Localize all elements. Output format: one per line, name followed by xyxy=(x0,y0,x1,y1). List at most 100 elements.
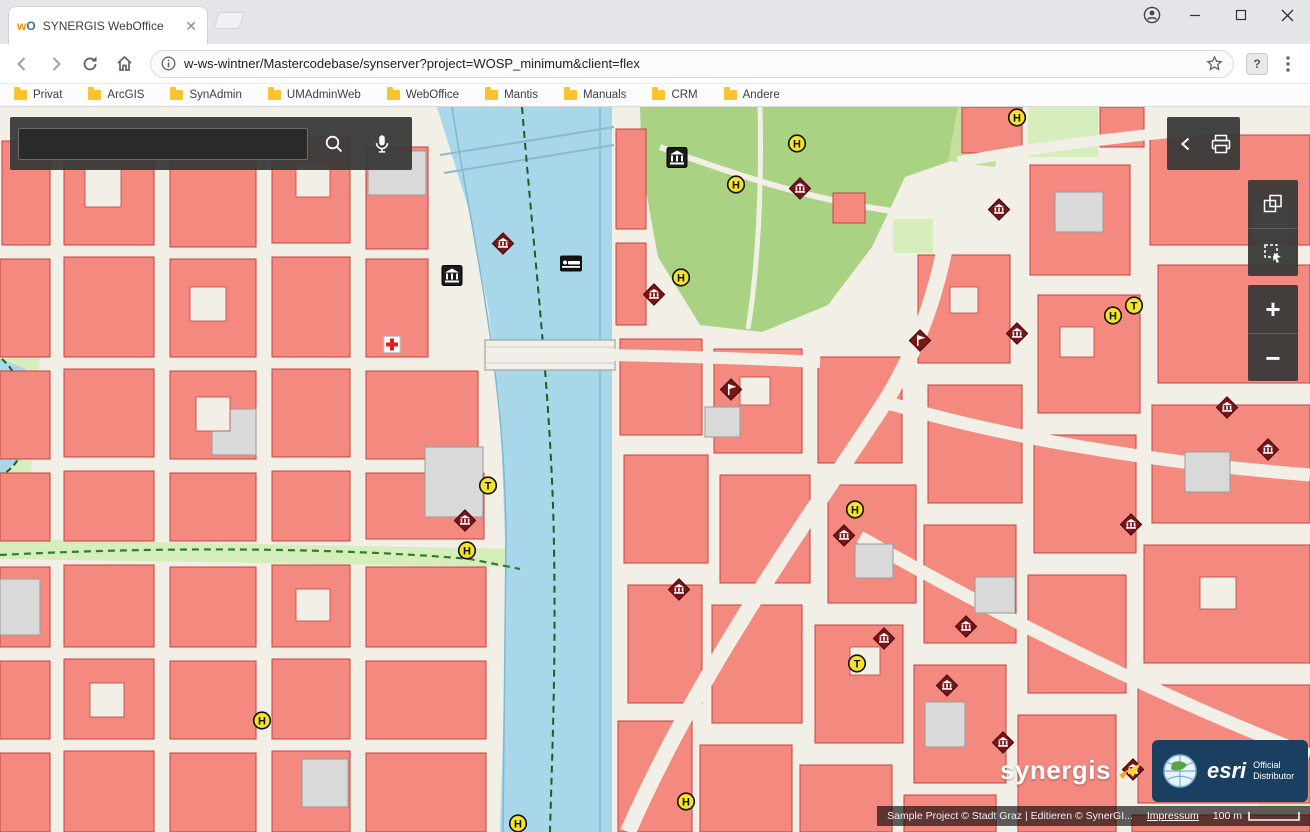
map-marker-museum[interactable] xyxy=(787,176,813,207)
menu-kebab-icon[interactable] xyxy=(1274,50,1302,78)
info-icon[interactable] xyxy=(161,56,176,71)
impressum-link[interactable]: Impressum xyxy=(1147,810,1199,822)
map-statusbar: Sample Project © Stadt Graz | Editieren … xyxy=(877,806,1310,826)
close-button[interactable] xyxy=(1264,0,1310,30)
esri-logo: esri Official Distributor xyxy=(1152,740,1308,802)
bookmark-item[interactable]: WebOffice xyxy=(387,89,459,101)
map-marker-stop[interactable]: T xyxy=(478,476,498,501)
map-marker-stop[interactable]: H xyxy=(671,268,691,293)
map-marker-red-cross[interactable] xyxy=(383,336,401,359)
map-marker-stop[interactable]: T xyxy=(1124,296,1144,321)
map-marker-museum[interactable] xyxy=(1118,512,1144,543)
map-marker-stop[interactable]: H xyxy=(1103,306,1123,331)
attribution-text: Sample Project © Stadt Graz | Editieren … xyxy=(887,810,1133,822)
extension-icon[interactable]: ? xyxy=(1246,53,1268,75)
scale-bracket xyxy=(1248,810,1300,822)
voice-search-button[interactable] xyxy=(360,122,404,166)
map-marker-flag[interactable] xyxy=(907,328,933,359)
svg-text:H: H xyxy=(851,505,859,517)
folder-icon xyxy=(268,90,281,100)
minimize-button[interactable] xyxy=(1172,0,1218,30)
bridge xyxy=(485,340,615,370)
map-marker-museum[interactable] xyxy=(1214,395,1240,426)
map-marker-stop[interactable]: H xyxy=(1007,108,1027,133)
folder-icon xyxy=(88,90,101,100)
map-marker-museum-square[interactable] xyxy=(666,147,688,174)
synergis-arrow-icon xyxy=(1117,761,1143,781)
map-marker-stop[interactable]: H xyxy=(787,134,807,159)
select-features-button[interactable] xyxy=(1248,228,1298,276)
back-icon[interactable] xyxy=(8,50,36,78)
map-marker-museum[interactable] xyxy=(831,523,857,554)
search-input[interactable] xyxy=(18,128,308,160)
zoom-in-button[interactable]: + xyxy=(1248,285,1298,333)
maximize-button[interactable] xyxy=(1218,0,1264,30)
map-marker-museum[interactable] xyxy=(986,197,1012,228)
map-marker-museum[interactable] xyxy=(934,673,960,704)
window-controls xyxy=(1132,0,1310,30)
forward-icon[interactable] xyxy=(42,50,70,78)
map-marker-museum[interactable] xyxy=(490,231,516,262)
esri-globe-icon xyxy=(1160,751,1200,791)
bookmark-item[interactable]: Andere xyxy=(724,89,780,101)
svg-text:H: H xyxy=(1013,113,1021,125)
map-marker-museum[interactable] xyxy=(452,508,478,539)
bookmark-star-icon[interactable] xyxy=(1206,55,1223,72)
map-marker-stop[interactable]: T xyxy=(847,654,867,679)
browser-tab[interactable]: wO SYNERGIS WebOffice ✕ xyxy=(8,6,208,44)
bookmark-item[interactable]: Privat xyxy=(14,89,62,101)
svg-text:H: H xyxy=(463,546,471,558)
zoom-toolbar: + − xyxy=(1248,285,1298,381)
scale-label: 100 m xyxy=(1213,810,1242,822)
topright-panel xyxy=(1167,117,1240,170)
basemap-gallery-button[interactable] xyxy=(1248,180,1298,228)
map-marker-stop[interactable]: H xyxy=(676,792,696,817)
zoom-out-button[interactable]: − xyxy=(1248,333,1298,381)
svg-text:H: H xyxy=(677,273,685,285)
printer-icon xyxy=(1210,133,1232,155)
svg-text:H: H xyxy=(258,716,266,728)
folder-icon xyxy=(485,90,498,100)
map-marker-museum[interactable] xyxy=(641,282,667,313)
home-icon[interactable] xyxy=(110,50,138,78)
map-marker-stop[interactable]: H xyxy=(845,500,865,525)
bookmark-label: SynAdmin xyxy=(189,89,241,101)
print-button[interactable] xyxy=(1204,122,1239,166)
map-marker-museum[interactable] xyxy=(953,614,979,645)
url-text[interactable]: w-ws-wintner/Mastercodebase/synserver?pr… xyxy=(184,56,1198,71)
basemap-svg[interactable] xyxy=(0,107,1310,832)
bookmark-item[interactable]: UMAdminWeb xyxy=(268,89,361,101)
search-button[interactable] xyxy=(312,122,356,166)
map-marker-museum[interactable] xyxy=(666,577,692,608)
map-marker-museum-square[interactable] xyxy=(441,265,463,292)
bookmark-item[interactable]: Mantis xyxy=(485,89,538,101)
profile-icon[interactable] xyxy=(1132,0,1172,30)
scale-bar: 100 m xyxy=(1213,810,1300,822)
map-viewport[interactable]: HHHHHHHHHHTTT + − synergis xyxy=(0,107,1310,832)
synergis-wordmark: synergis xyxy=(1000,755,1111,786)
svg-text:H: H xyxy=(514,819,522,831)
map-marker-flag[interactable] xyxy=(718,377,744,408)
map-marker-stop[interactable]: H xyxy=(508,814,528,832)
tab-close-icon[interactable]: ✕ xyxy=(183,17,199,35)
new-tab-button[interactable] xyxy=(213,12,245,29)
map-marker-museum[interactable] xyxy=(1004,321,1030,352)
map-marker-hotel[interactable] xyxy=(559,255,583,278)
reload-icon[interactable] xyxy=(76,50,104,78)
bookmark-item[interactable]: SynAdmin xyxy=(170,89,241,101)
map-marker-museum[interactable] xyxy=(1255,437,1281,468)
map-marker-stop[interactable]: H xyxy=(726,175,746,200)
bookmarks-bar: Privat ArcGIS SynAdmin UMAdminWeb WebOffice M… xyxy=(0,84,1310,107)
svg-text:H: H xyxy=(732,180,740,192)
map-marker-stop[interactable]: H xyxy=(457,541,477,566)
url-bar[interactable]: w-ws-wintner/Mastercodebase/synserver?pr… xyxy=(150,50,1234,78)
bookmark-item[interactable]: CRM xyxy=(652,89,697,101)
collapse-panel-button[interactable] xyxy=(1169,122,1204,166)
synergis-logo: synergis xyxy=(1000,755,1143,786)
svg-text:H: H xyxy=(793,139,801,151)
bookmark-item[interactable]: ArcGIS xyxy=(88,89,144,101)
map-marker-stop[interactable]: H xyxy=(252,711,272,736)
chevron-left-icon xyxy=(1177,135,1195,153)
bookmark-item[interactable]: Manuals xyxy=(564,89,626,101)
map-marker-museum[interactable] xyxy=(871,626,897,657)
